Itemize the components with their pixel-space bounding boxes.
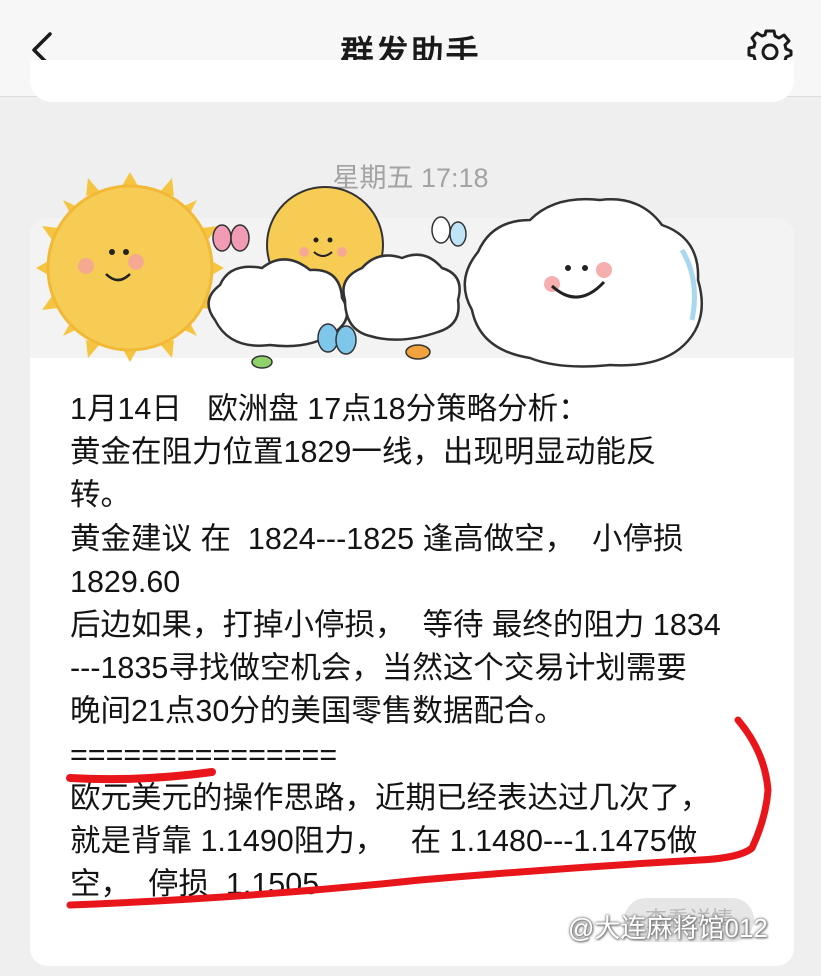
message-line: ---1835寻找做空机会，当然这个交易计划需要 <box>70 651 687 686</box>
message-line: =============== <box>70 737 338 772</box>
previous-message-card <box>30 60 794 102</box>
smiling-cloud-icon <box>463 198 704 368</box>
sun-cloud-illustration <box>36 172 704 369</box>
watermark: @大连麻将馆012 <box>568 913 768 943</box>
message-text: 1月14日 欧洲盘 17点18分策略分析： 黄金在阻力位置1829一线，出现明显… <box>70 388 770 906</box>
message-line: 1月14日 欧洲盘 17点18分策略分析： <box>70 392 589 426</box>
message-line: 后边如果，打掉小停损， 等待 最终的阻力 1834 <box>70 607 721 642</box>
message-line: 欧元美元的操作思路，近期已经表达过几次了， <box>70 780 711 815</box>
message-line: 黄金建议 在 1824---1825 逢高做空， 小停损 <box>70 521 684 556</box>
message-line: 黄金在阻力位置1829一线，出现明显动能反 <box>70 435 657 470</box>
message-line: 1829.60 <box>70 564 181 599</box>
message-line: 就是背靠 1.1490阻力， 在 1.1480---1.1475做 <box>70 823 698 858</box>
sun-icon <box>36 172 224 362</box>
message-line: 晚间21点30分的美国零售数据配合。 <box>70 694 565 729</box>
message-line: 转。 <box>70 478 131 513</box>
